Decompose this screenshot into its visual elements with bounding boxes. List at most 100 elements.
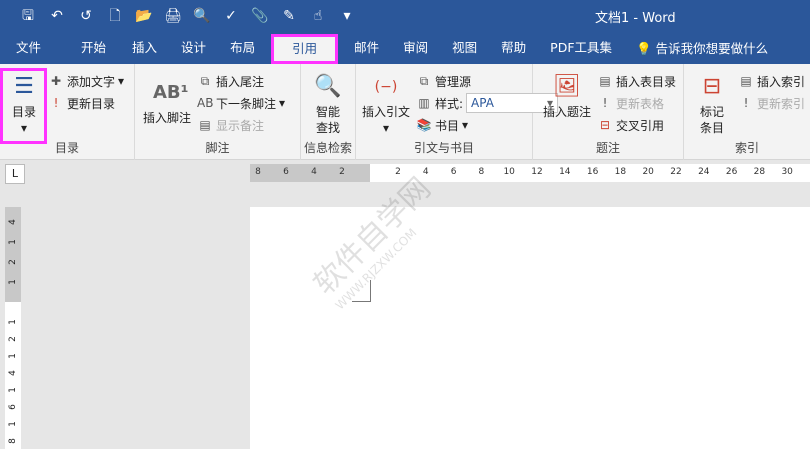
dropdown-arrow-icon: ▾: [118, 74, 125, 88]
style-value: APA: [471, 96, 494, 110]
cross-reference-button[interactable]: ⊟ 交叉引用: [597, 115, 664, 135]
ruler-tick-label: 16: [586, 167, 599, 177]
bibliography-button[interactable]: 📚 书目 ▾: [416, 115, 469, 135]
mark-entry-icon: ⊟: [702, 74, 722, 99]
insert-caption-icon: 🖼: [553, 74, 581, 99]
ruler-tick-label: 28: [753, 167, 766, 177]
group-index: ⊟ 标记条目 ▤ 插入索引 ! 更新索引 索引: [684, 64, 810, 160]
quick-access-toolbar: 🖫 ↶ ↺ 🗋 📂 🖨 🔍 ✓ 📎 ✎ ☝ ▾: [18, 6, 357, 26]
tab-mailings[interactable]: 邮件: [342, 34, 391, 64]
spelling-icon[interactable]: ✓: [221, 6, 241, 26]
ruler-tick-label: 14: [559, 167, 571, 177]
edit-icon[interactable]: ✎: [279, 6, 299, 26]
ruler-tick-label: 20: [642, 167, 654, 177]
tab-view[interactable]: 视图: [440, 34, 489, 64]
tab-design[interactable]: 设计: [169, 34, 218, 64]
dropdown-arrow-icon: ▾: [462, 118, 469, 132]
update-toc-button[interactable]: ! 更新目录: [48, 93, 115, 113]
update-index-label: 更新索引: [757, 96, 806, 111]
ruler-tick-label: 4: [8, 219, 18, 225]
horizontal-ruler[interactable]: 8 6 4 2 2 4 6 8 10 12 14 16 18 20 22 24 26 28 30: [250, 164, 810, 182]
table-of-figures-icon: ▤: [599, 74, 611, 88]
add-text-button[interactable]: ✚ 添加文字 ▾: [48, 71, 124, 91]
dropdown-arrow-icon: ▾: [382, 121, 390, 135]
toc-highlight: [0, 68, 47, 144]
style-label: 样式:: [435, 96, 464, 111]
ruler-tick-label: 26: [725, 167, 738, 177]
ruler-tick-label: 2: [395, 167, 401, 177]
group-label-citations: 引文与书目: [413, 141, 474, 155]
show-notes-button[interactable]: ▤ 显示备注: [197, 115, 264, 135]
new-icon[interactable]: 🗋: [105, 6, 125, 26]
update-table-button[interactable]: ! 更新表格: [597, 93, 664, 113]
ruler-margin: [250, 164, 370, 182]
undo-icon[interactable]: ↶: [47, 6, 67, 26]
tab-help[interactable]: 帮助: [489, 34, 538, 64]
tell-me-text: 告诉我你想要做什么: [655, 41, 769, 56]
ruler-tick-label: 8: [255, 167, 261, 177]
group-label-captions: 题注: [595, 141, 620, 155]
insert-index-button[interactable]: ▤ 插入索引: [738, 71, 805, 91]
customize-icon[interactable]: ▾: [337, 6, 357, 26]
vertical-ruler[interactable]: 4 1 2 1 1 2 1 4 1 6 1 8: [5, 207, 21, 449]
insert-citation-icon: (−): [374, 79, 398, 95]
bibliography-icon: 📚: [416, 118, 432, 132]
insert-citation-button[interactable]: (−) 插入引文 ▾: [360, 72, 412, 136]
mark-entry-button[interactable]: ⊟ 标记条目: [692, 72, 732, 136]
footnote-icon: AB¹: [153, 82, 189, 103]
update-toc-label: 更新目录: [67, 96, 116, 111]
tab-pdf-tools[interactable]: PDF工具集: [538, 34, 624, 64]
insert-endnote-button[interactable]: ⧉ 插入尾注: [197, 71, 264, 91]
insert-citation-label: 插入引文: [361, 105, 410, 119]
group-citations: (−) 插入引文 ▾ ⧉ 管理源 ▥ 样式: APA ▾ 📚 书目 ▾ 引文与书目: [356, 64, 559, 160]
print-icon[interactable]: 🖨: [163, 6, 183, 26]
ruler-tick-label: 10: [503, 167, 515, 177]
group-label-research: 信息检索: [303, 141, 352, 155]
tab-insert[interactable]: 插入: [120, 34, 169, 64]
ruler-tick-label: 30: [781, 167, 793, 177]
insert-footnote-button[interactable]: AB¹ 插入脚注: [141, 78, 193, 126]
insert-table-of-figures-label: 插入表目录: [616, 74, 677, 89]
ruler-tick-label: 2: [8, 259, 18, 265]
add-text-icon: ✚: [50, 74, 62, 88]
ruler-tick-label: 2: [339, 167, 345, 177]
insert-endnote-label: 插入尾注: [216, 74, 265, 89]
ruler-tick-label: 4: [422, 167, 429, 177]
print-preview-icon[interactable]: 🔍: [192, 6, 212, 26]
touch-mode-icon[interactable]: ☝: [308, 6, 328, 26]
tab-home[interactable]: 开始: [57, 34, 120, 64]
mark-entry-label: 标记条目: [699, 105, 724, 135]
group-captions: 🖼 插入题注 ▤ 插入表目录 ! 更新表格 ⊟ 交叉引用 题注: [533, 64, 684, 160]
tab-review[interactable]: 审阅: [391, 34, 440, 64]
update-index-button[interactable]: ! 更新索引: [738, 93, 805, 113]
group-label-index: 索引: [734, 141, 759, 155]
ruler-tick-label: 8: [8, 438, 18, 444]
ribbon: ☰ 目录 ▾ ✚ 添加文字 ▾ ! 更新目录 目录 AB¹ 插入脚注 ⧉ 插入尾注 AB 下一条…: [0, 64, 810, 160]
open-icon[interactable]: 📂: [134, 6, 154, 26]
insert-footnote-label: 插入脚注: [142, 111, 191, 125]
ruler-tick-label: 1: [8, 319, 18, 325]
tab-layout[interactable]: 布局: [218, 34, 267, 64]
save-icon[interactable]: 🖫: [18, 6, 38, 26]
dropdown-arrow-icon: ▾: [279, 96, 286, 110]
cross-reference-label: 交叉引用: [616, 118, 665, 133]
tab-references[interactable]: 引用: [271, 34, 339, 64]
document-page[interactable]: [250, 207, 810, 449]
smart-lookup-button[interactable]: 🔍 智能查找: [309, 72, 347, 136]
tab-file[interactable]: 文件: [0, 34, 57, 64]
ruler-tick-label: 1: [8, 387, 18, 393]
ruler-tick-label: 12: [531, 167, 543, 177]
attach-icon[interactable]: 📎: [250, 6, 270, 26]
title-bar: 🖫 ↶ ↺ 🗋 📂 🖨 🔍 ✓ 📎 ✎ ☝ ▾ 文档1 - Word 文件 开始 插入 设计 布局 引…: [0, 0, 810, 64]
next-footnote-button[interactable]: AB 下一条脚注 ▾: [197, 93, 285, 113]
redo-icon[interactable]: ↺: [76, 6, 96, 26]
ruler-tick-label: 6: [8, 404, 18, 410]
tell-me-search[interactable]: 💡 告诉我你想要做什么: [624, 34, 780, 64]
smart-lookup-label: 智能查找: [315, 105, 340, 135]
insert-caption-button[interactable]: 🖼 插入题注: [541, 72, 593, 120]
ruler-tick-label: 2: [8, 336, 18, 342]
manage-sources-button[interactable]: ⧉ 管理源: [416, 71, 471, 91]
insert-table-of-figures-button[interactable]: ▤ 插入表目录: [597, 71, 676, 91]
next-footnote-label: 下一条脚注: [216, 96, 277, 111]
tab-selector[interactable]: L: [5, 164, 25, 184]
